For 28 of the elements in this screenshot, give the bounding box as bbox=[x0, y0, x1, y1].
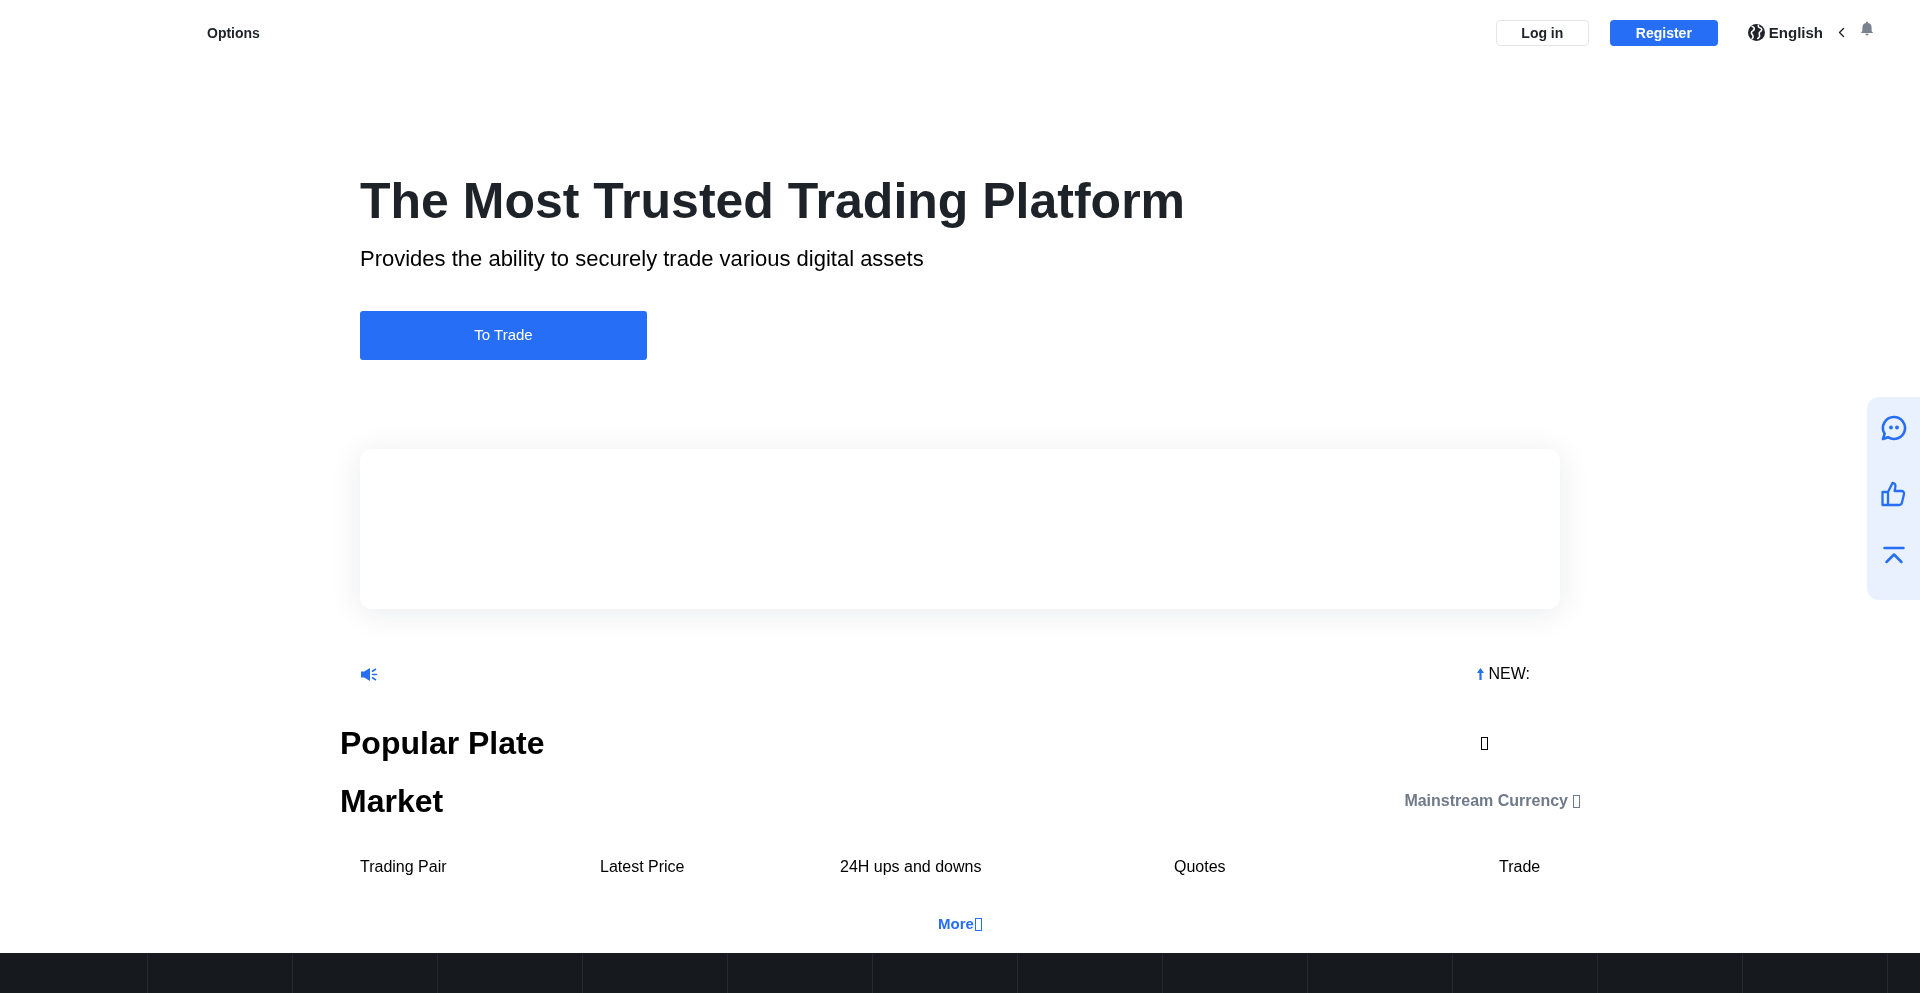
glyph-box-icon bbox=[1573, 794, 1580, 808]
section-title: Popular Plate bbox=[340, 724, 545, 762]
arrow-up-icon bbox=[1476, 668, 1484, 680]
register-button[interactable]: Register bbox=[1609, 19, 1718, 46]
glyph-box-icon bbox=[974, 917, 982, 931]
column-header: Latest Price bbox=[600, 858, 685, 875]
globe-icon bbox=[1747, 24, 1765, 41]
more-link[interactable]: More bbox=[938, 913, 982, 935]
nav-link[interactable]: Options bbox=[207, 23, 260, 42]
login-button[interactable]: Log in bbox=[1495, 19, 1589, 46]
language-selector[interactable]: English bbox=[1747, 23, 1845, 42]
glyph-box-icon bbox=[1481, 736, 1488, 750]
currency-filter[interactable]: Mainstream Currency bbox=[1404, 791, 1580, 811]
column-header: Trade bbox=[1499, 858, 1541, 875]
hero-title: The Most Trusted Trading Platform bbox=[360, 172, 1187, 231]
chevron-icon bbox=[1838, 27, 1845, 38]
megaphone-icon bbox=[360, 666, 378, 682]
thumbs-up-icon[interactable] bbox=[1880, 480, 1907, 508]
column-header: 24H ups and downs bbox=[840, 858, 982, 875]
bell-icon[interactable] bbox=[1860, 21, 1874, 36]
column-header: Quotes bbox=[1174, 858, 1226, 875]
back-to-top-icon[interactable] bbox=[1882, 546, 1905, 564]
section-title: Market bbox=[340, 782, 444, 820]
news-label: NEW: bbox=[1488, 664, 1530, 684]
hero-subtitle: Provides the ability to securely trade various digital assets bbox=[360, 245, 925, 273]
chat-icon[interactable] bbox=[1879, 414, 1908, 442]
to-trade-button[interactable]: To Trade bbox=[360, 311, 647, 360]
column-header: Trading Pair bbox=[360, 858, 447, 875]
